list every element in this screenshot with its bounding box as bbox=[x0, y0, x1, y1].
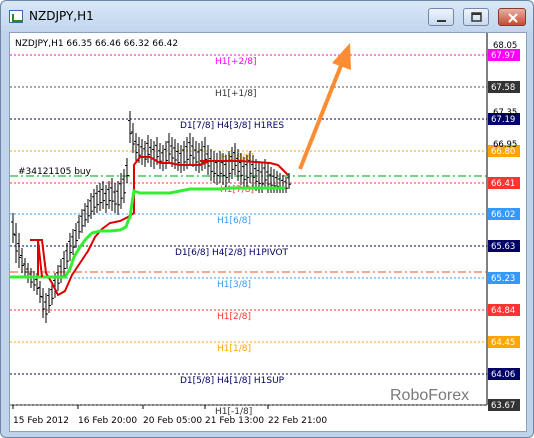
label-res: D1[7/8] H4[3/8] H1RES bbox=[180, 121, 284, 131]
forecast-arrow-line bbox=[298, 62, 344, 170]
price-tag-label: 66.02 bbox=[491, 210, 515, 220]
x-tick-3: 20 Feb 05:00 bbox=[143, 416, 202, 426]
price-tag-label: 64.84 bbox=[491, 306, 515, 316]
forecast-arrow-head bbox=[332, 43, 351, 70]
maximize-button[interactable] bbox=[463, 8, 489, 26]
x-tick-1: 15 Feb 2012 bbox=[13, 416, 69, 426]
price-axis-tags: 67.9767.5867.1966.8066.4166.0265.6365.23… bbox=[488, 49, 520, 411]
label-h1-plus-2-8: H1[+2/8] bbox=[215, 57, 257, 67]
price-tag-label: 63.67 bbox=[491, 401, 515, 411]
label-h1-2-8: H1[2/8] bbox=[217, 312, 251, 322]
price-tag-label: 67.97 bbox=[491, 51, 515, 61]
maximize-icon bbox=[471, 12, 482, 22]
chart-window: NZDJPY,H1 NZDJPY,H1 66.35 66.46 66.32 66… bbox=[0, 0, 534, 438]
title-bar[interactable]: NZDJPY,H1 bbox=[1, 1, 533, 31]
watermark-text: RoboForex bbox=[390, 387, 469, 404]
price-tag-label: 65.23 bbox=[491, 274, 515, 284]
price-tag-label: 67.58 bbox=[491, 83, 515, 93]
axis-tick-66-95: 66.95 bbox=[493, 140, 517, 150]
axis-tick-67-35: 67.35 bbox=[493, 108, 517, 118]
label-h1-plus-1-8: H1[+1/8] bbox=[215, 89, 257, 99]
close-icon bbox=[508, 13, 518, 23]
x-tick-4: 21 Feb 13:00 bbox=[205, 416, 264, 426]
chart-header: NZDJPY,H1 66.35 66.46 66.32 66.42 bbox=[15, 39, 178, 49]
chart-app-icon bbox=[9, 10, 23, 23]
label-h1-1-8: H1[1/8] bbox=[217, 344, 251, 354]
price-tag-label: 64.06 bbox=[491, 370, 515, 380]
close-button[interactable] bbox=[498, 8, 526, 26]
chart-canvas[interactable]: NZDJPY,H1 66.35 66.46 66.32 66.42 H1[+2/… bbox=[10, 33, 528, 433]
label-h1-3-8: H1[3/8] bbox=[217, 280, 251, 290]
label-h1-6-8: H1[6/8] bbox=[217, 216, 251, 226]
window-title: NZDJPY,H1 bbox=[29, 9, 94, 23]
minimize-button[interactable] bbox=[428, 8, 454, 26]
axis-tick-68-05: 68.05 bbox=[493, 41, 517, 51]
price-tag-label: 66.41 bbox=[491, 179, 515, 189]
order-label: #34121105 buy bbox=[18, 167, 92, 177]
price-tag-label: 64.45 bbox=[491, 338, 515, 348]
label-sup: D1[5/8] H4[1/8] H1SUP bbox=[180, 376, 285, 386]
label-pivot: D1[6/8] H4[2/8] H1PIVOT bbox=[175, 248, 289, 258]
x-tick-5: 22 Feb 21:00 bbox=[268, 416, 327, 426]
supertrend-red-line bbox=[10, 156, 211, 297]
supertrend-green-line bbox=[10, 186, 285, 279]
price-chart[interactable]: NZDJPY,H1 66.35 66.46 66.32 66.42 H1[+2/… bbox=[9, 32, 527, 432]
x-tick-2: 16 Feb 20:00 bbox=[78, 416, 137, 426]
minimize-icon bbox=[437, 20, 446, 22]
price-tag-label: 65.63 bbox=[491, 242, 515, 252]
